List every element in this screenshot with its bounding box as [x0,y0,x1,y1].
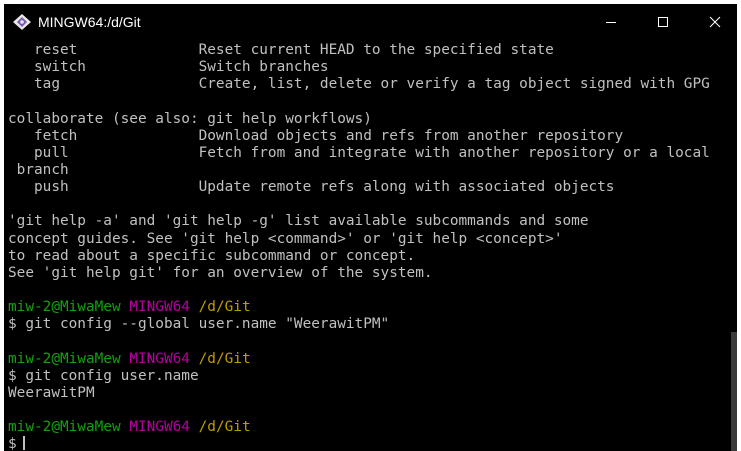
maximize-button[interactable] [640,4,686,40]
output-line: 'git help -a' and 'git help -g' list ava… [8,213,589,230]
close-icon [709,16,721,28]
terminal-window: MINGW64:/d/Git reset Reset current HEAD … [4,4,737,451]
vertical-scrollbar[interactable] [731,42,737,451]
prompt-user: miw-2@MiwaMew [8,419,121,436]
command-line: $ git config --global user.name "Weerawi… [8,316,390,333]
prompt-symbol: $ [8,436,17,451]
output-line: reset Reset current HEAD to the specifie… [8,42,554,58]
output-line: collaborate (see also: git help workflow… [8,110,372,127]
output-line: tag Create, list, delete or verify a tag… [8,76,710,93]
maximize-icon [658,17,668,27]
command-output: WeerawitPM [8,384,95,401]
output-line: fetch Download objects and refs from ano… [8,127,624,144]
output-line: pull Fetch from and integrate with anoth… [8,144,710,161]
input-line[interactable]: $ [8,436,730,451]
output-line: concept guides. See 'git help <command>'… [8,230,563,247]
command-line: $ git config user.name [8,367,199,384]
output-line: branch [8,161,69,178]
title-bar[interactable]: MINGW64:/d/Git [4,4,737,40]
prompt-line: miw-2@MiwaMew MINGW64 /d/Git [8,419,730,436]
output-line: See 'git help git' for an overview of th… [8,264,433,281]
prompt-host: MINGW64 [129,299,190,316]
output-line: to read about a specific subcommand or c… [8,247,416,264]
window-title: MINGW64:/d/Git [38,14,141,30]
prompt-host: MINGW64 [129,350,190,367]
prompt-path: /d/Git [198,419,251,436]
prompt-host: MINGW64 [129,419,190,436]
prompt-path: /d/Git [198,350,251,367]
git-bash-icon [13,14,31,30]
text-cursor [22,436,25,451]
minimize-button[interactable] [588,4,634,40]
prompt-user: miw-2@MiwaMew [8,350,121,367]
minimize-icon [606,22,616,23]
scrollbar-thumb[interactable] [731,332,737,451]
prompt-path: /d/Git [198,299,251,316]
prompt-line: miw-2@MiwaMew MINGW64 /d/Git [8,299,730,316]
output-line: switch Switch branches [8,59,329,76]
terminal-output[interactable]: reset Reset current HEAD to the specifie… [8,42,730,451]
close-button[interactable] [692,4,737,40]
prompt-user: miw-2@MiwaMew [8,299,121,316]
prompt-line: miw-2@MiwaMew MINGW64 /d/Git [8,351,730,368]
output-line: push Update remote refs along with assoc… [8,179,615,196]
